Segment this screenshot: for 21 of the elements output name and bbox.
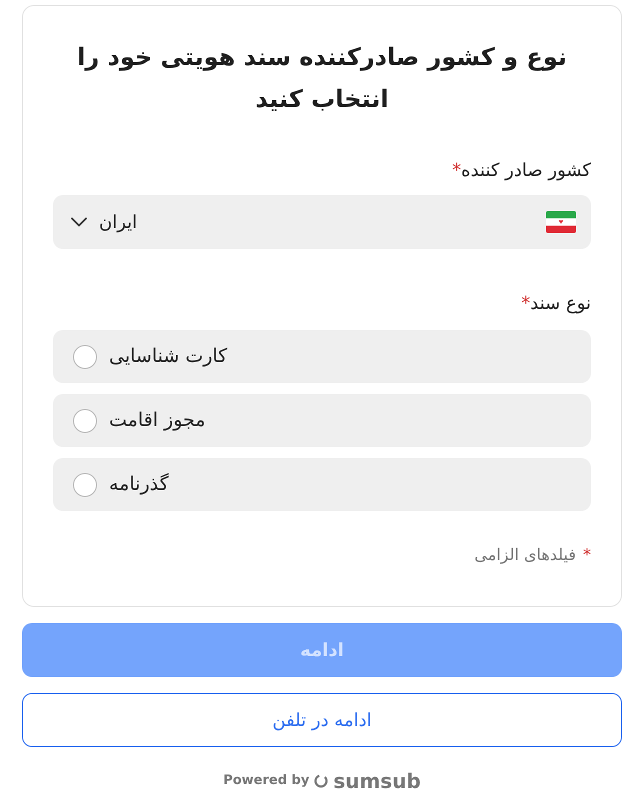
option-label: مجوز اقامت bbox=[109, 408, 206, 434]
document-option[interactable]: گذرنامه bbox=[53, 458, 591, 511]
brand-name: sumsub bbox=[333, 769, 421, 793]
radio-button[interactable] bbox=[73, 472, 97, 496]
chevron-down-icon bbox=[71, 217, 87, 227]
iran-flag-icon bbox=[546, 211, 576, 233]
required-fields-note: * فیلدهای الزامی bbox=[474, 544, 591, 566]
document-option[interactable]: کارت شناسایی bbox=[53, 330, 591, 383]
radio-button[interactable] bbox=[73, 344, 97, 368]
option-label: گذرنامه bbox=[109, 472, 169, 498]
logo-ring-icon bbox=[314, 774, 328, 788]
country-select[interactable]: ایران bbox=[53, 195, 591, 249]
radio-button[interactable] bbox=[73, 408, 97, 432]
powered-by-text: Powered by bbox=[223, 772, 310, 790]
field-label: کشور صادر کننده* bbox=[452, 159, 591, 183]
continue-on-phone-button[interactable]: ادامه در تلفن bbox=[22, 693, 622, 747]
country-value: ایران bbox=[99, 210, 138, 234]
form-title: نوع و کشور صادرکننده سند هویتی خود را انتخاب کنید bbox=[76, 42, 568, 115]
field-label: نوع سند* bbox=[521, 292, 591, 316]
document-option[interactable]: مجوز اقامت bbox=[53, 394, 591, 447]
option-label: کارت شناسایی bbox=[109, 344, 228, 370]
